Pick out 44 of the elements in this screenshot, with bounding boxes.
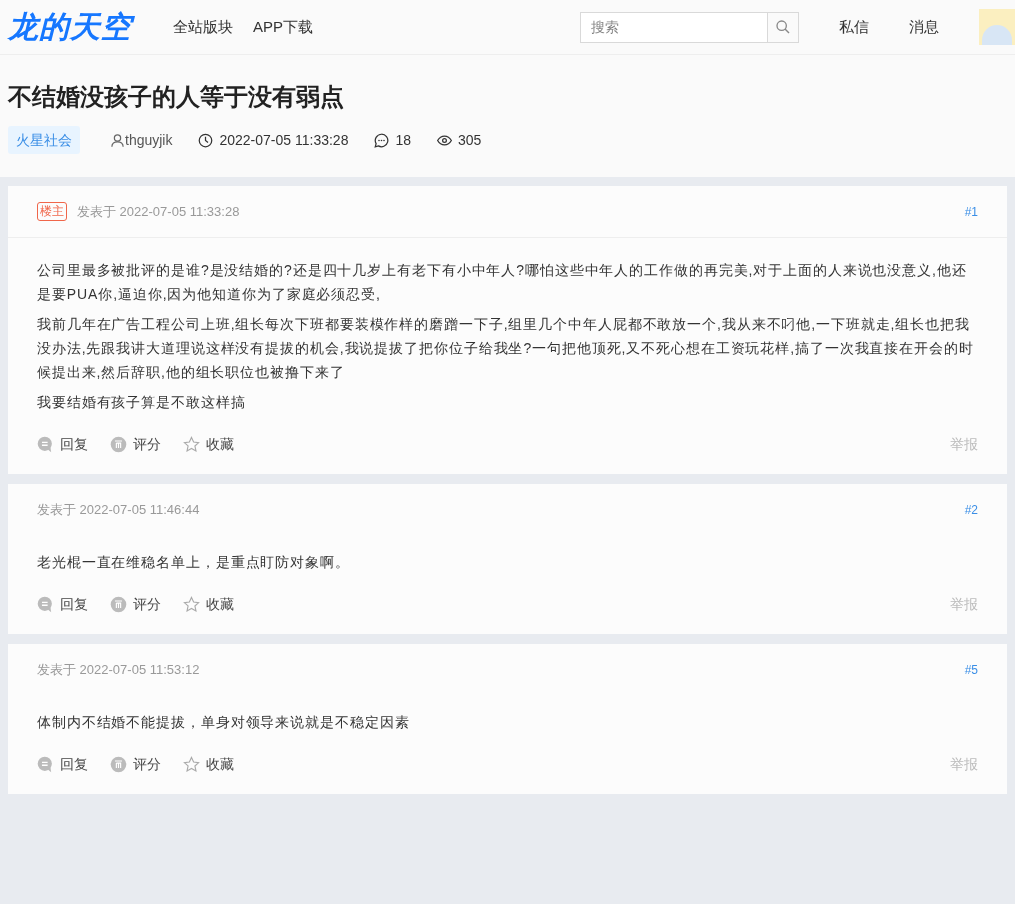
star-icon bbox=[183, 595, 200, 613]
coin-icon bbox=[110, 435, 127, 453]
coin-icon bbox=[110, 755, 127, 773]
clock-icon bbox=[198, 132, 214, 148]
site-logo[interactable]: 龙的天空 bbox=[8, 12, 134, 42]
reply-icon bbox=[37, 595, 54, 613]
search-field[interactable]: 搜索 bbox=[580, 11, 768, 43]
post-date: 发表于 2022-07-05 11:33:28 bbox=[77, 202, 240, 221]
post-action[interactable]: 评分 bbox=[110, 593, 161, 615]
comment-icon bbox=[374, 132, 390, 148]
post-time: 2022-07-05 11:33:28 bbox=[219, 130, 349, 150]
post-text: 我要结婚有孩子算是不敢这样搞 bbox=[37, 393, 247, 412]
header-link[interactable]: 消息 bbox=[909, 15, 939, 39]
post-text: 公司里最多被批评的是谁?是没结婚的?还是四十几岁上有老下有小中年人?哪怕这些中年人的工作做的再完美,对于上面的人来说也没意义,他还是要PUA你,逼迫你,因为他知道你为了家庭必须忍受, bbox=[37, 261, 968, 304]
op-badge: 楼主 bbox=[37, 202, 67, 221]
star-icon bbox=[183, 755, 200, 773]
reply-count: 18 bbox=[395, 130, 411, 150]
post-action[interactable]: 回复 bbox=[37, 753, 88, 775]
reply-icon bbox=[37, 755, 54, 773]
post-action[interactable]: 回复 bbox=[37, 433, 88, 455]
post-action[interactable]: 评分 bbox=[110, 433, 161, 455]
post-text: 老光棍一直在维稳名单上，是重点盯防对象啊。 bbox=[37, 553, 351, 572]
nav-link[interactable]: APP下载 bbox=[253, 15, 313, 39]
star-icon bbox=[183, 435, 200, 453]
search-icon bbox=[775, 19, 791, 35]
coin-icon bbox=[110, 595, 127, 613]
header-link[interactable]: 私信 bbox=[839, 15, 869, 39]
thread-title: 不结婚没孩子的人等于没有弱点 bbox=[8, 82, 345, 112]
eye-icon bbox=[437, 132, 452, 148]
nav-link[interactable]: 全站版块 bbox=[173, 15, 233, 39]
user-icon bbox=[110, 132, 125, 148]
post-action[interactable]: 收藏 bbox=[183, 433, 234, 455]
post-date: 发表于 2022-07-05 11:46:44 bbox=[37, 501, 200, 520]
post-action[interactable]: 收藏 bbox=[183, 753, 234, 775]
post-action[interactable]: 收藏 bbox=[183, 593, 234, 615]
reply-icon bbox=[37, 435, 54, 453]
post-text: 我前几年在广告工程公司上班,组长每次下班都要装模作样的磨蹭一下子,组里几个中年人屁都不敢放一个,我从来不叼他,一下班就走,组长也把我没办法,先跟我讲大道理说这样没有提拔的机会,我说提拔了把你位子给我坐?一句把他顶死,又不死心想在工资玩花样,搞了一次我直接在开会的时候提出来,然后辞职,他的组长职位也被撸下来了 bbox=[37, 315, 975, 382]
search-button[interactable] bbox=[768, 11, 799, 43]
view-count: 305 bbox=[458, 130, 482, 150]
post-date: 发表于 2022-07-05 11:53:12 bbox=[37, 661, 200, 680]
author-name[interactable]: thguyjik bbox=[125, 129, 173, 151]
post-action[interactable]: 评分 bbox=[110, 753, 161, 775]
post-text: 体制内不结婚不能提拔，单身对领导来说就是不稳定因素 bbox=[37, 713, 411, 732]
post-action[interactable]: 回复 bbox=[37, 593, 88, 615]
